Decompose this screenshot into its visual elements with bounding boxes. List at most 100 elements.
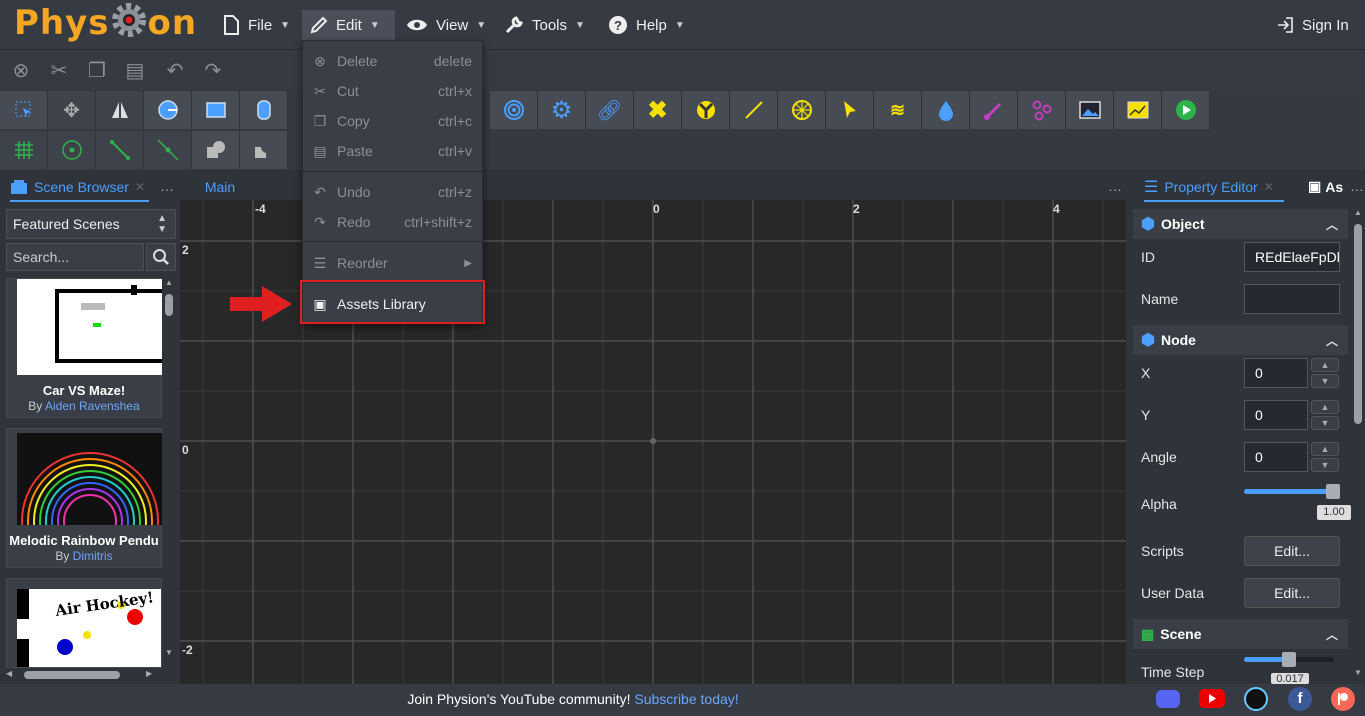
revolute-joint-tool[interactable]	[682, 91, 730, 129]
tools-menu[interactable]: Tools ▼	[496, 10, 593, 40]
tab-main[interactable]: Main	[190, 174, 250, 202]
spring-tool[interactable]: ≋	[874, 91, 922, 129]
tab-scene-browser[interactable]: Scene Browser ✕	[10, 174, 149, 202]
menu-item-delete[interactable]: ⊗ Delete delete	[303, 46, 484, 76]
scene-author: By Aiden Ravenshea	[28, 399, 140, 413]
picture-icon	[1078, 101, 1101, 119]
y-field[interactable]: 0	[1244, 400, 1308, 430]
close-icon[interactable]: ✕	[135, 180, 145, 194]
scene-card[interactable]: Melodic Rainbow Pendu By Dimitris	[6, 428, 163, 568]
chain-tool[interactable]: 🔗︎	[586, 91, 634, 129]
menu-item-copy[interactable]: ❐ Copy ctrl+c	[303, 106, 484, 136]
select-tool[interactable]	[0, 91, 48, 129]
tiktok-icon[interactable]	[1244, 687, 1268, 711]
undo-icon[interactable]: ↶	[162, 58, 188, 84]
cut-icon[interactable]: ✂	[46, 58, 72, 84]
move-tool[interactable]: ✥	[48, 91, 96, 129]
view-menu[interactable]: View ▼	[398, 10, 494, 40]
union-tool[interactable]	[192, 131, 240, 169]
scene-list-scrollbar[interactable]: ▲ ▼	[162, 278, 176, 660]
capsule-tool[interactable]	[240, 91, 288, 129]
scene-card[interactable]: Car VS Maze! By Aiden Ravenshea	[6, 278, 179, 418]
fluid-tool[interactable]	[922, 91, 970, 129]
file-menu[interactable]: File ▼	[214, 10, 298, 40]
point-tool[interactable]	[48, 131, 96, 169]
x-field[interactable]: 0	[1244, 358, 1308, 388]
fixed-joint-tool[interactable]: ✖	[634, 91, 682, 129]
particle-tool[interactable]	[1018, 91, 1066, 129]
node-section-header[interactable]: ⬢ Node ︿	[1133, 325, 1348, 355]
object-section-header[interactable]: ⬢ Object ︿	[1133, 209, 1348, 239]
scene-section-header[interactable]: ▩ Scene ︿	[1133, 619, 1348, 649]
author-link[interactable]: Dimitris	[73, 549, 113, 563]
scrollbar-thumb[interactable]	[165, 294, 173, 316]
menu-item-cut[interactable]: ✂ Cut ctrl+x	[303, 76, 484, 106]
property-scrollbar[interactable]: ▲ ▼	[1352, 208, 1364, 682]
alpha-slider[interactable]	[1244, 484, 1340, 499]
panel-more-icon[interactable]: …	[1108, 178, 1122, 194]
scrollbar-thumb[interactable]	[1354, 224, 1362, 424]
help-menu[interactable]: ? Help ▼	[600, 10, 693, 40]
play-button[interactable]	[1162, 91, 1210, 129]
line-tool[interactable]	[144, 131, 192, 169]
gear-tool[interactable]: ⚙	[538, 91, 586, 129]
scene-search-input[interactable]: Search...	[6, 243, 144, 271]
edit-menu[interactable]: Edit ▼	[302, 10, 395, 40]
angle-field[interactable]: 0	[1244, 442, 1308, 472]
tab-property-editor[interactable]: ☰ Property Editor ✕	[1144, 174, 1284, 202]
youtube-icon[interactable]	[1199, 689, 1225, 708]
close-icon[interactable]: ✕	[1264, 180, 1274, 194]
spiral-tool[interactable]	[490, 91, 538, 129]
collapse-icon[interactable]: ︿	[1326, 216, 1338, 233]
grid-tool[interactable]	[0, 131, 48, 169]
graph-tool[interactable]	[1114, 91, 1162, 129]
menu-item-reorder[interactable]: ☰ Reorder ▶	[303, 248, 484, 278]
menu-item-undo[interactable]: ↶ Undo ctrl+z	[303, 177, 484, 207]
user-data-edit-button[interactable]: Edit...	[1244, 578, 1340, 608]
copy-icon[interactable]: ❐	[84, 58, 110, 84]
menu-item-paste[interactable]: ▤ Paste ctrl+v	[303, 136, 484, 166]
subscribe-link[interactable]: Subscribe today!	[634, 691, 738, 707]
patreon-icon[interactable]	[1331, 687, 1355, 711]
delete-icon[interactable]: ⊗	[8, 58, 34, 84]
facebook-icon[interactable]: f	[1288, 687, 1312, 711]
wheel-joint-tool[interactable]	[778, 91, 826, 129]
angle-stepper[interactable]: ▲ ▼	[1311, 442, 1339, 472]
hscrollbar-thumb[interactable]	[24, 671, 120, 679]
circle-tool[interactable]	[144, 91, 192, 129]
x-stepper[interactable]: ▲ ▼	[1311, 358, 1339, 388]
pointer-joint-tool[interactable]	[826, 91, 874, 129]
author-link[interactable]: Aiden Ravenshea	[45, 399, 140, 413]
redo-icon[interactable]: ↷	[200, 58, 226, 84]
featured-scenes-select[interactable]: Featured Scenes ▲ ▼	[6, 209, 176, 239]
id-field[interactable]: REdElaeFpDl	[1244, 242, 1340, 272]
y-stepper[interactable]: ▲ ▼	[1311, 400, 1339, 430]
mirror-tool[interactable]	[96, 91, 144, 129]
scene-card[interactable]: Air Hockey!	[6, 578, 162, 668]
name-field[interactable]	[1244, 284, 1340, 314]
panel-more-icon[interactable]: …	[1350, 178, 1364, 194]
distance-joint-tool[interactable]	[730, 91, 778, 129]
subtract-tool[interactable]	[240, 131, 288, 169]
image-tool[interactable]	[1066, 91, 1114, 129]
scene-list-hscrollbar[interactable]: ◀ ▶	[6, 668, 162, 682]
search-button[interactable]	[146, 243, 176, 271]
time-step-slider[interactable]	[1244, 652, 1334, 667]
panel-more-icon[interactable]: …	[160, 178, 174, 194]
scripts-edit-button[interactable]: Edit...	[1244, 536, 1340, 566]
rectangle-tool[interactable]	[192, 91, 240, 129]
collapse-icon[interactable]: ︿	[1326, 332, 1338, 349]
discord-icon[interactable]	[1156, 690, 1180, 708]
sign-in-button[interactable]: Sign In	[1268, 10, 1357, 40]
physion-logo[interactable]: Phys on	[14, 2, 197, 44]
menu-item-redo[interactable]: ↷ Redo ctrl+shift+z	[303, 207, 484, 237]
segment-tool[interactable]	[96, 131, 144, 169]
time-step-slider-thumb[interactable]	[1282, 652, 1296, 667]
collapse-icon[interactable]: ︿	[1326, 626, 1338, 643]
paste-icon[interactable]: ▤	[122, 58, 148, 84]
alpha-slider-thumb[interactable]	[1326, 484, 1340, 499]
tab-assets[interactable]: ▣ As	[1308, 178, 1343, 195]
cube-icon: ⬢	[1141, 216, 1155, 233]
tracer-tool[interactable]	[970, 91, 1018, 129]
alpha-label: Alpha	[1141, 496, 1177, 512]
